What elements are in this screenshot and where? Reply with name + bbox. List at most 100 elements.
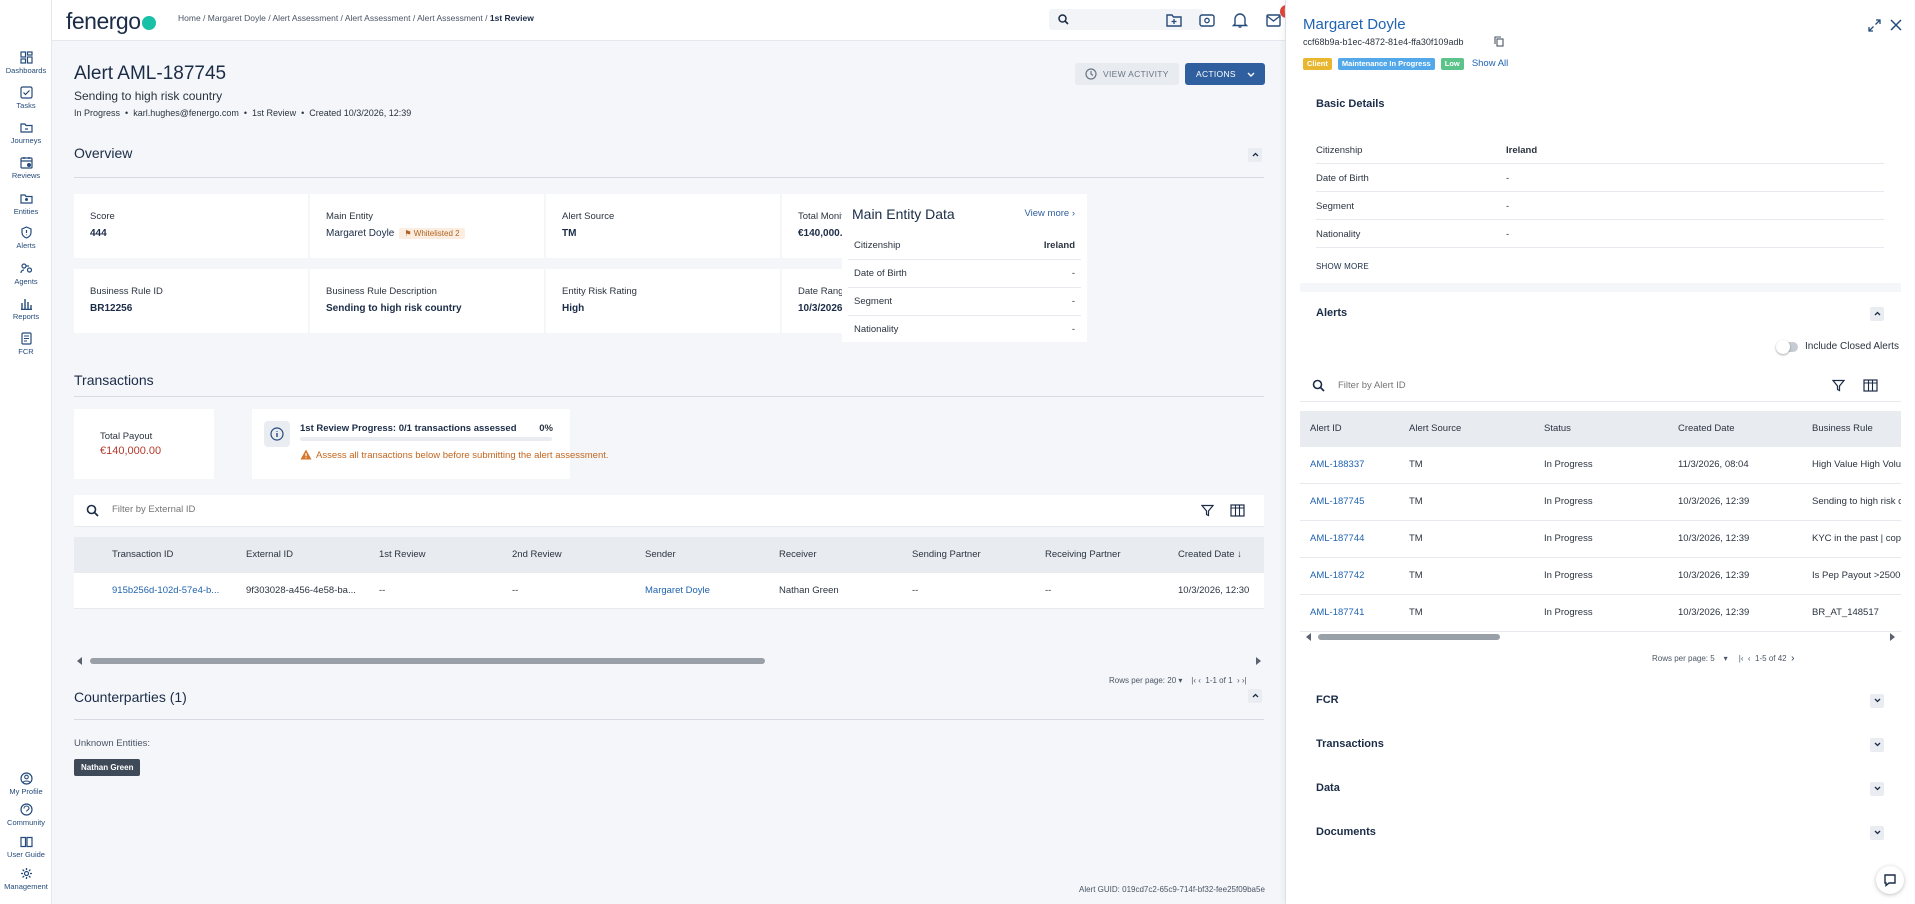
- sidebar-item-agents[interactable]: Agents: [0, 262, 52, 286]
- external-id-filter-input[interactable]: [112, 504, 412, 515]
- sidebar-item-user-guide[interactable]: User Guide: [0, 835, 52, 859]
- actions-button[interactable]: ACTIONS: [1185, 63, 1265, 85]
- view-activity-button[interactable]: VIEW ACTIVITY: [1075, 63, 1179, 85]
- sender-link[interactable]: Margaret Doyle: [645, 585, 710, 596]
- alerts-collapse-button[interactable]: [1870, 307, 1884, 321]
- sidebar-item-management[interactable]: Management: [0, 867, 52, 891]
- column-header[interactable]: 2nd Review: [512, 549, 562, 560]
- horizontal-scrollbar[interactable]: [74, 655, 1264, 667]
- table-row[interactable]: AML-187745 TM In Progress 10/3/2026, 12:…: [1300, 484, 1901, 521]
- sidebar-item-label: Reports: [12, 312, 40, 321]
- breadcrumb-assessment-2[interactable]: Alert Assessment: [345, 13, 411, 23]
- scroll-left-icon[interactable]: [76, 657, 84, 665]
- next-page-icon[interactable]: ›: [1791, 653, 1794, 664]
- last-page-icon[interactable]: ›|: [1242, 676, 1247, 685]
- basic-details-row: Date of Birth -: [1316, 164, 1884, 192]
- data-accordion[interactable]: Data: [1300, 768, 1901, 811]
- column-header[interactable]: Business Rule: [1812, 423, 1873, 434]
- alert-id-link[interactable]: AML-187741: [1310, 607, 1364, 618]
- expand-button[interactable]: [1870, 782, 1884, 796]
- inbox-icon[interactable]: [1265, 11, 1283, 29]
- alert-id-link[interactable]: AML-187745: [1310, 496, 1364, 507]
- column-header[interactable]: Receiving Partner: [1045, 549, 1121, 560]
- fcr-accordion[interactable]: FCR: [1300, 680, 1901, 723]
- transactions-accordion[interactable]: Transactions: [1300, 724, 1901, 767]
- counterparties-collapse-button[interactable]: [1248, 689, 1262, 703]
- scroll-right-icon[interactable]: [1254, 657, 1262, 665]
- scroll-right-icon[interactable]: [1888, 633, 1896, 641]
- transaction-id-link[interactable]: 915b256d-102d-57e4-b...: [112, 585, 219, 596]
- alert-id-link[interactable]: AML-187744: [1310, 533, 1364, 544]
- sidebar-item-dashboards[interactable]: Dashboards: [0, 51, 52, 75]
- table-row[interactable]: AML-187742 TM In Progress 10/3/2026, 12:…: [1300, 558, 1901, 595]
- first-page-icon[interactable]: |‹: [1739, 654, 1744, 663]
- main-entity-link[interactable]: Margaret Doyle ⚑ Whitelisted 2: [326, 228, 528, 239]
- sidebar-item-fcr[interactable]: FCR: [0, 332, 52, 356]
- scrollbar-thumb[interactable]: [1318, 634, 1500, 640]
- table-row[interactable]: AML-188337 TM In Progress 11/3/2026, 08:…: [1300, 447, 1901, 484]
- column-header[interactable]: Sending Partner: [912, 549, 981, 560]
- column-header[interactable]: Created Date: [1678, 423, 1735, 434]
- show-more-button[interactable]: SHOW MORE: [1316, 262, 1369, 271]
- logo[interactable]: fenergo: [66, 8, 156, 35]
- column-header[interactable]: Transaction ID: [112, 549, 173, 560]
- expand-button[interactable]: [1870, 694, 1884, 708]
- breadcrumb-home[interactable]: Home: [178, 13, 201, 23]
- column-header[interactable]: Alert ID: [1310, 423, 1342, 434]
- sidebar-item-label: My Profile: [9, 787, 43, 796]
- sidebar-item-reviews[interactable]: Reviews: [0, 156, 52, 180]
- chat-help-button[interactable]: [1876, 866, 1904, 894]
- column-header[interactable]: Alert Source: [1409, 423, 1461, 434]
- new-folder-icon[interactable]: [1165, 11, 1183, 29]
- overview-collapse-button[interactable]: [1248, 148, 1262, 162]
- breadcrumb-assessment-1[interactable]: Alert Assessment: [273, 13, 339, 23]
- filter-icon[interactable]: [1832, 379, 1845, 392]
- include-closed-alerts-toggle[interactable]: [1776, 340, 1798, 354]
- table-row[interactable]: 915b256d-102d-57e4-b... 9f303028-a456-4e…: [74, 573, 1264, 609]
- table-row[interactable]: AML-187741 TM In Progress 10/3/2026, 12:…: [1300, 595, 1901, 632]
- scrollbar-thumb[interactable]: [90, 658, 765, 664]
- rows-per-page-select[interactable]: Rows per page: 20: [1109, 676, 1176, 685]
- expand-icon[interactable]: [1868, 19, 1881, 32]
- expand-button[interactable]: [1870, 826, 1884, 840]
- column-header[interactable]: 1st Review: [379, 549, 425, 560]
- documents-accordion[interactable]: Documents: [1300, 812, 1901, 855]
- column-header[interactable]: External ID: [246, 549, 293, 560]
- copy-icon[interactable]: [1494, 36, 1504, 47]
- column-header[interactable]: Status: [1544, 423, 1571, 434]
- alert-id-link[interactable]: AML-187742: [1310, 570, 1364, 581]
- sidebar-item-tasks[interactable]: Tasks: [0, 86, 52, 110]
- column-header[interactable]: Sender: [645, 549, 676, 560]
- counterparty-chip[interactable]: Nathan Green: [74, 759, 141, 776]
- column-header[interactable]: Created Date ↓: [1178, 549, 1242, 560]
- wallet-icon[interactable]: [1198, 11, 1216, 29]
- filter-icon[interactable]: [1201, 504, 1214, 517]
- alert-id-link[interactable]: AML-188337: [1310, 459, 1364, 470]
- expand-button[interactable]: [1870, 738, 1884, 752]
- sidebar-item-reports[interactable]: Reports: [0, 297, 52, 321]
- panel-entity-name[interactable]: Margaret Doyle: [1303, 16, 1406, 33]
- show-all-link[interactable]: Show All: [1472, 58, 1508, 69]
- columns-icon[interactable]: [1863, 379, 1878, 392]
- page-range: 1-1 of 1: [1205, 676, 1233, 685]
- view-more-link[interactable]: View more ›: [1024, 208, 1075, 219]
- close-icon[interactable]: [1890, 19, 1902, 31]
- sidebar-item-entities[interactable]: Entities: [0, 192, 52, 216]
- sidebar-item-journeys[interactable]: Journeys: [0, 121, 52, 145]
- breadcrumb-assessment-3[interactable]: Alert Assessment: [417, 13, 483, 23]
- rows-per-page-select[interactable]: Rows per page: 5: [1652, 654, 1715, 663]
- sidebar-item-my-profile[interactable]: My Profile: [0, 772, 52, 796]
- alert-id-filter-input[interactable]: [1338, 380, 1638, 391]
- table-row[interactable]: AML-187744 TM In Progress 10/3/2026, 12:…: [1300, 521, 1901, 558]
- alert-stage: 1st Review: [252, 108, 297, 118]
- scroll-left-icon[interactable]: [1305, 633, 1313, 641]
- columns-icon[interactable]: [1230, 504, 1245, 517]
- bell-icon[interactable]: [1231, 11, 1249, 29]
- clock-icon: [1085, 68, 1097, 80]
- sidebar-item-alerts[interactable]: Alerts: [0, 226, 52, 250]
- sidebar-item-community[interactable]: Community: [0, 803, 52, 827]
- breadcrumb-entity[interactable]: Margaret Doyle: [208, 13, 266, 23]
- first-page-icon[interactable]: |‹: [1191, 676, 1196, 685]
- column-header[interactable]: Receiver: [779, 549, 817, 560]
- breadcrumb: Home / Margaret Doyle / Alert Assessment…: [178, 13, 534, 23]
